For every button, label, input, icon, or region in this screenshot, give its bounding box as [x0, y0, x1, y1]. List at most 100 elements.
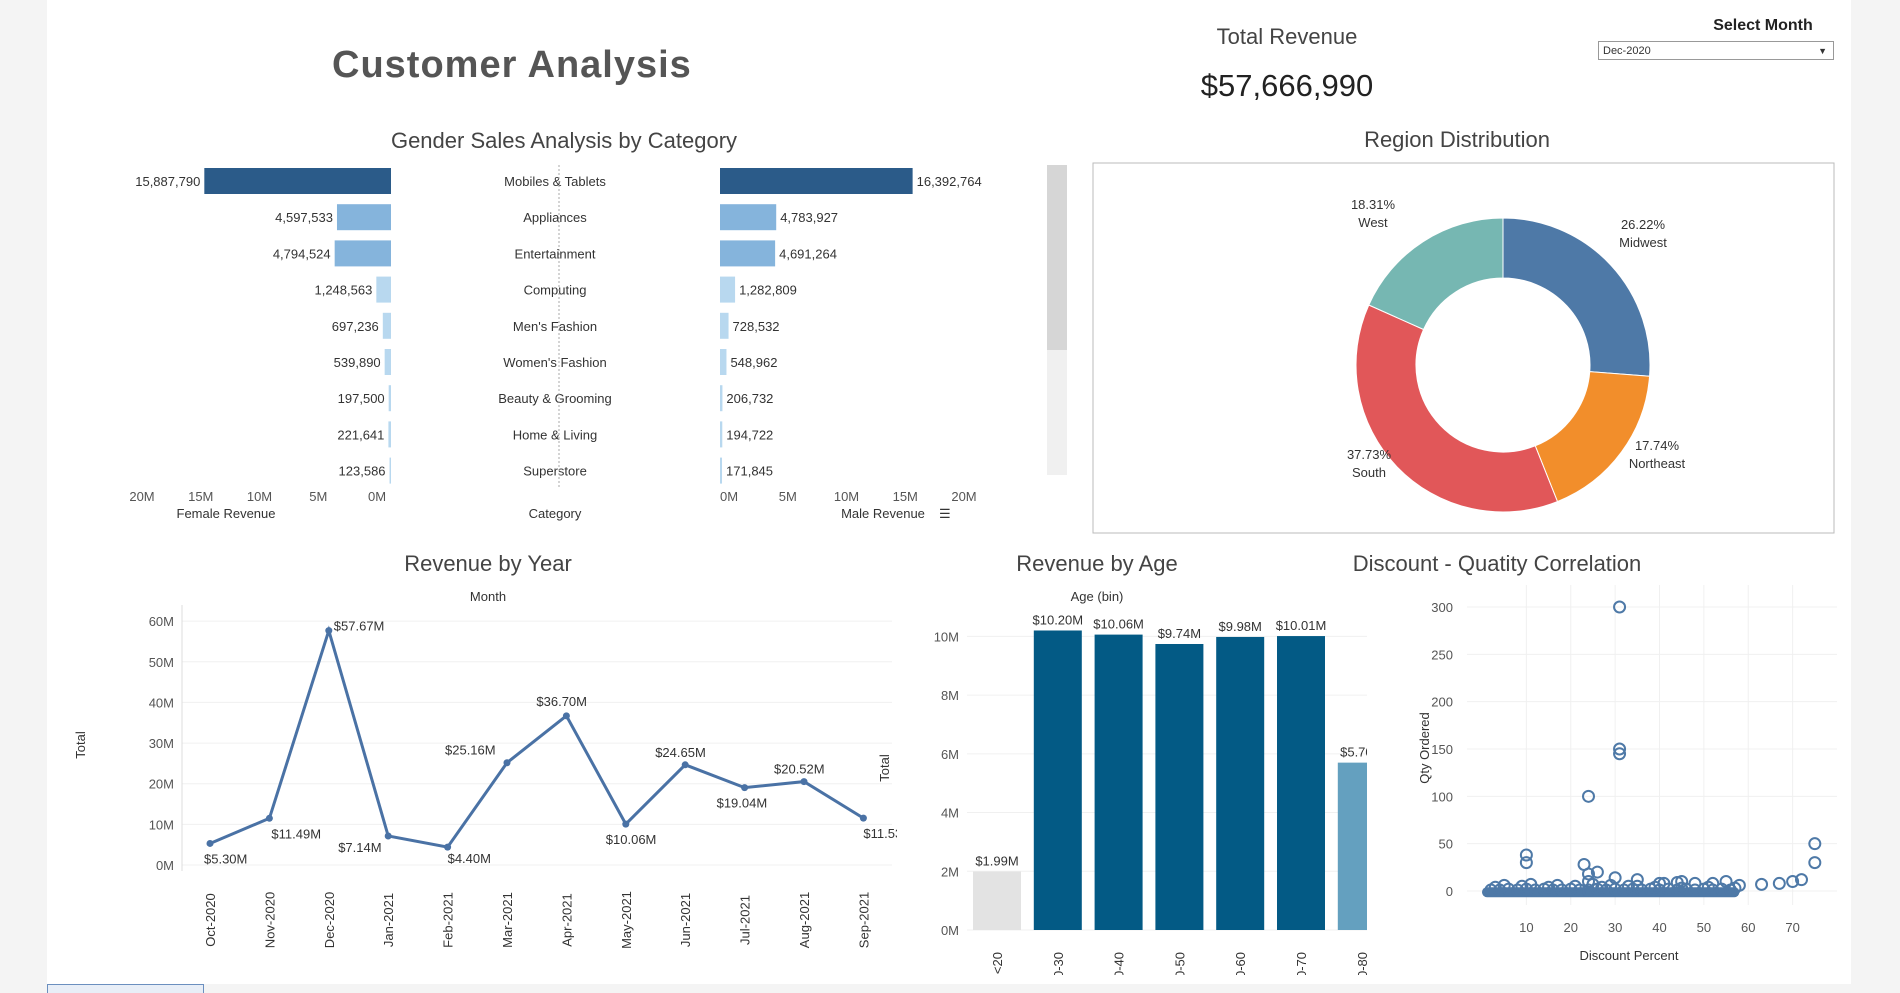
year-data-point — [681, 761, 689, 769]
male-revenue-label: 4,691,264 — [779, 246, 837, 261]
region-chart-title: Region Distribution — [1364, 127, 1550, 152]
year-ytick: 0M — [156, 858, 174, 873]
gender-chart-scrollbar-thumb[interactable] — [1047, 165, 1067, 350]
female-revenue-bar — [334, 240, 391, 267]
male-revenue-bar — [720, 349, 727, 375]
year-data-point — [800, 778, 808, 786]
age-ytick: 6M — [941, 747, 959, 762]
age-chart-title: Revenue by Age — [1016, 551, 1177, 576]
page-title: Customer Analysis — [332, 44, 692, 86]
category-axis-title: Category — [529, 506, 582, 521]
age-ytick: 2M — [941, 864, 959, 879]
male-axis-tick: 10M — [834, 489, 859, 504]
female-revenue-label: 697,236 — [332, 319, 379, 334]
chevron-down-icon: ▼ — [1818, 46, 1827, 56]
male-revenue-bar — [720, 168, 913, 194]
category-label: Appliances — [523, 210, 587, 225]
year-ytick: 40M — [149, 695, 174, 710]
age-bar-label: $10.20M — [1033, 612, 1084, 627]
female-revenue-bar — [384, 349, 391, 375]
region-distribution-chart: Region Distribution 26.22% Midwest 17.74% N… — [1092, 127, 1835, 534]
year-data-label: $10.06M — [606, 832, 657, 847]
scatter-ytick: 300 — [1431, 600, 1453, 615]
female-axis-tick: 5M — [309, 489, 327, 504]
scatter-xtick: 30 — [1608, 920, 1622, 935]
scatter-chart-xlabel: Discount Percent — [1580, 948, 1679, 963]
scatter-chart-title: Discount - Quatity Correlation — [1353, 551, 1642, 576]
female-axis-tick: 20M — [129, 489, 154, 504]
month-select-dropdown[interactable]: Dec-2020 ▼ — [1598, 41, 1834, 60]
category-label: Beauty & Grooming — [498, 391, 611, 406]
female-revenue-label: 4,794,524 — [273, 246, 331, 261]
year-data-point — [503, 759, 511, 767]
year-xtick: Jan-2021 — [381, 893, 396, 947]
category-label: Men's Fashion — [513, 319, 597, 334]
scatter-ytick: 200 — [1431, 695, 1453, 710]
select-month-label: Select Month — [1713, 17, 1813, 34]
category-label: Mobiles & Tablets — [504, 174, 606, 189]
year-xtick: Nov-2020 — [262, 892, 277, 948]
scatter-point — [1755, 877, 1769, 891]
year-data-label: $7.14M — [338, 840, 381, 855]
age-bar — [1216, 636, 1265, 930]
year-ytick: 60M — [149, 614, 174, 629]
scatter-chart-ylabel: Qty Ordered — [1417, 712, 1432, 784]
female-axis-tick: 15M — [188, 489, 213, 504]
scatter-point — [1772, 876, 1786, 890]
age-chart-xlabel: Age (bin) — [1071, 589, 1124, 604]
year-data-point — [741, 784, 749, 792]
year-xtick: Feb-2021 — [441, 892, 456, 948]
female-revenue-bar — [336, 204, 391, 231]
age-xtick: 60-70 — [1294, 952, 1309, 975]
age-xtick: 30-40 — [1112, 952, 1127, 975]
male-revenue-bar — [720, 312, 729, 339]
year-data-point — [859, 814, 867, 822]
scatter-ytick: 0 — [1446, 884, 1453, 899]
year-data-point — [622, 820, 630, 828]
year-ytick: 30M — [149, 736, 174, 751]
year-ytick: 10M — [149, 817, 174, 832]
female-revenue-bar — [376, 276, 391, 303]
region-slice — [1368, 217, 1504, 331]
female-revenue-bar — [388, 385, 391, 412]
scatter-xtick: 70 — [1785, 920, 1799, 935]
scatter-ytick: 50 — [1439, 837, 1453, 852]
female-revenue-bar — [388, 421, 391, 448]
male-revenue-bar — [720, 421, 723, 448]
age-bar — [1094, 634, 1143, 930]
year-data-label: $5.30M — [204, 851, 247, 866]
male-revenue-bar — [720, 385, 723, 412]
year-ytick: 50M — [149, 655, 174, 670]
region-slice-name: West — [1358, 215, 1388, 230]
category-label: Computing — [524, 283, 587, 298]
male-axis-tick: 20M — [951, 489, 976, 504]
female-revenue-label: 15,887,790 — [135, 174, 200, 189]
age-bar — [1277, 636, 1325, 930]
sort-icon[interactable]: ☰ — [939, 506, 951, 521]
region-slice-name: South — [1352, 465, 1386, 480]
female-revenue-label: 539,890 — [334, 355, 381, 370]
year-data-label: $4.40M — [448, 851, 491, 866]
age-bar-label: $10.01M — [1276, 618, 1327, 633]
age-bar-label: $10.06M — [1093, 617, 1144, 632]
year-xtick: Dec-2020 — [322, 892, 337, 948]
year-data-label: $24.65M — [655, 745, 706, 760]
region-slice-name: Midwest — [1619, 235, 1667, 250]
age-xtick: 20-30 — [1051, 952, 1066, 975]
male-revenue-bar — [720, 457, 723, 484]
female-revenue-bar — [389, 457, 391, 484]
gender-sales-chart: Gender Sales Analysis by Category 15,887… — [129, 128, 1067, 521]
scatter-ytick: 150 — [1431, 742, 1453, 757]
total-revenue-label: Total Revenue — [1216, 24, 1358, 49]
age-xtick: 40-50 — [1172, 952, 1187, 975]
year-data-point — [384, 832, 392, 840]
year-chart-title: Revenue by Year — [404, 551, 572, 576]
age-xtick: <20 — [990, 952, 1005, 974]
age-bar-label: $9.74M — [1158, 626, 1201, 641]
year-xtick: Aug-2021 — [797, 892, 812, 948]
gender-chart-title: Gender Sales Analysis by Category — [391, 128, 737, 153]
year-xtick: Mar-2021 — [500, 892, 515, 948]
female-revenue-label: 4,597,533 — [275, 210, 333, 225]
female-revenue-bar — [204, 168, 391, 194]
region-slice — [1534, 371, 1651, 503]
